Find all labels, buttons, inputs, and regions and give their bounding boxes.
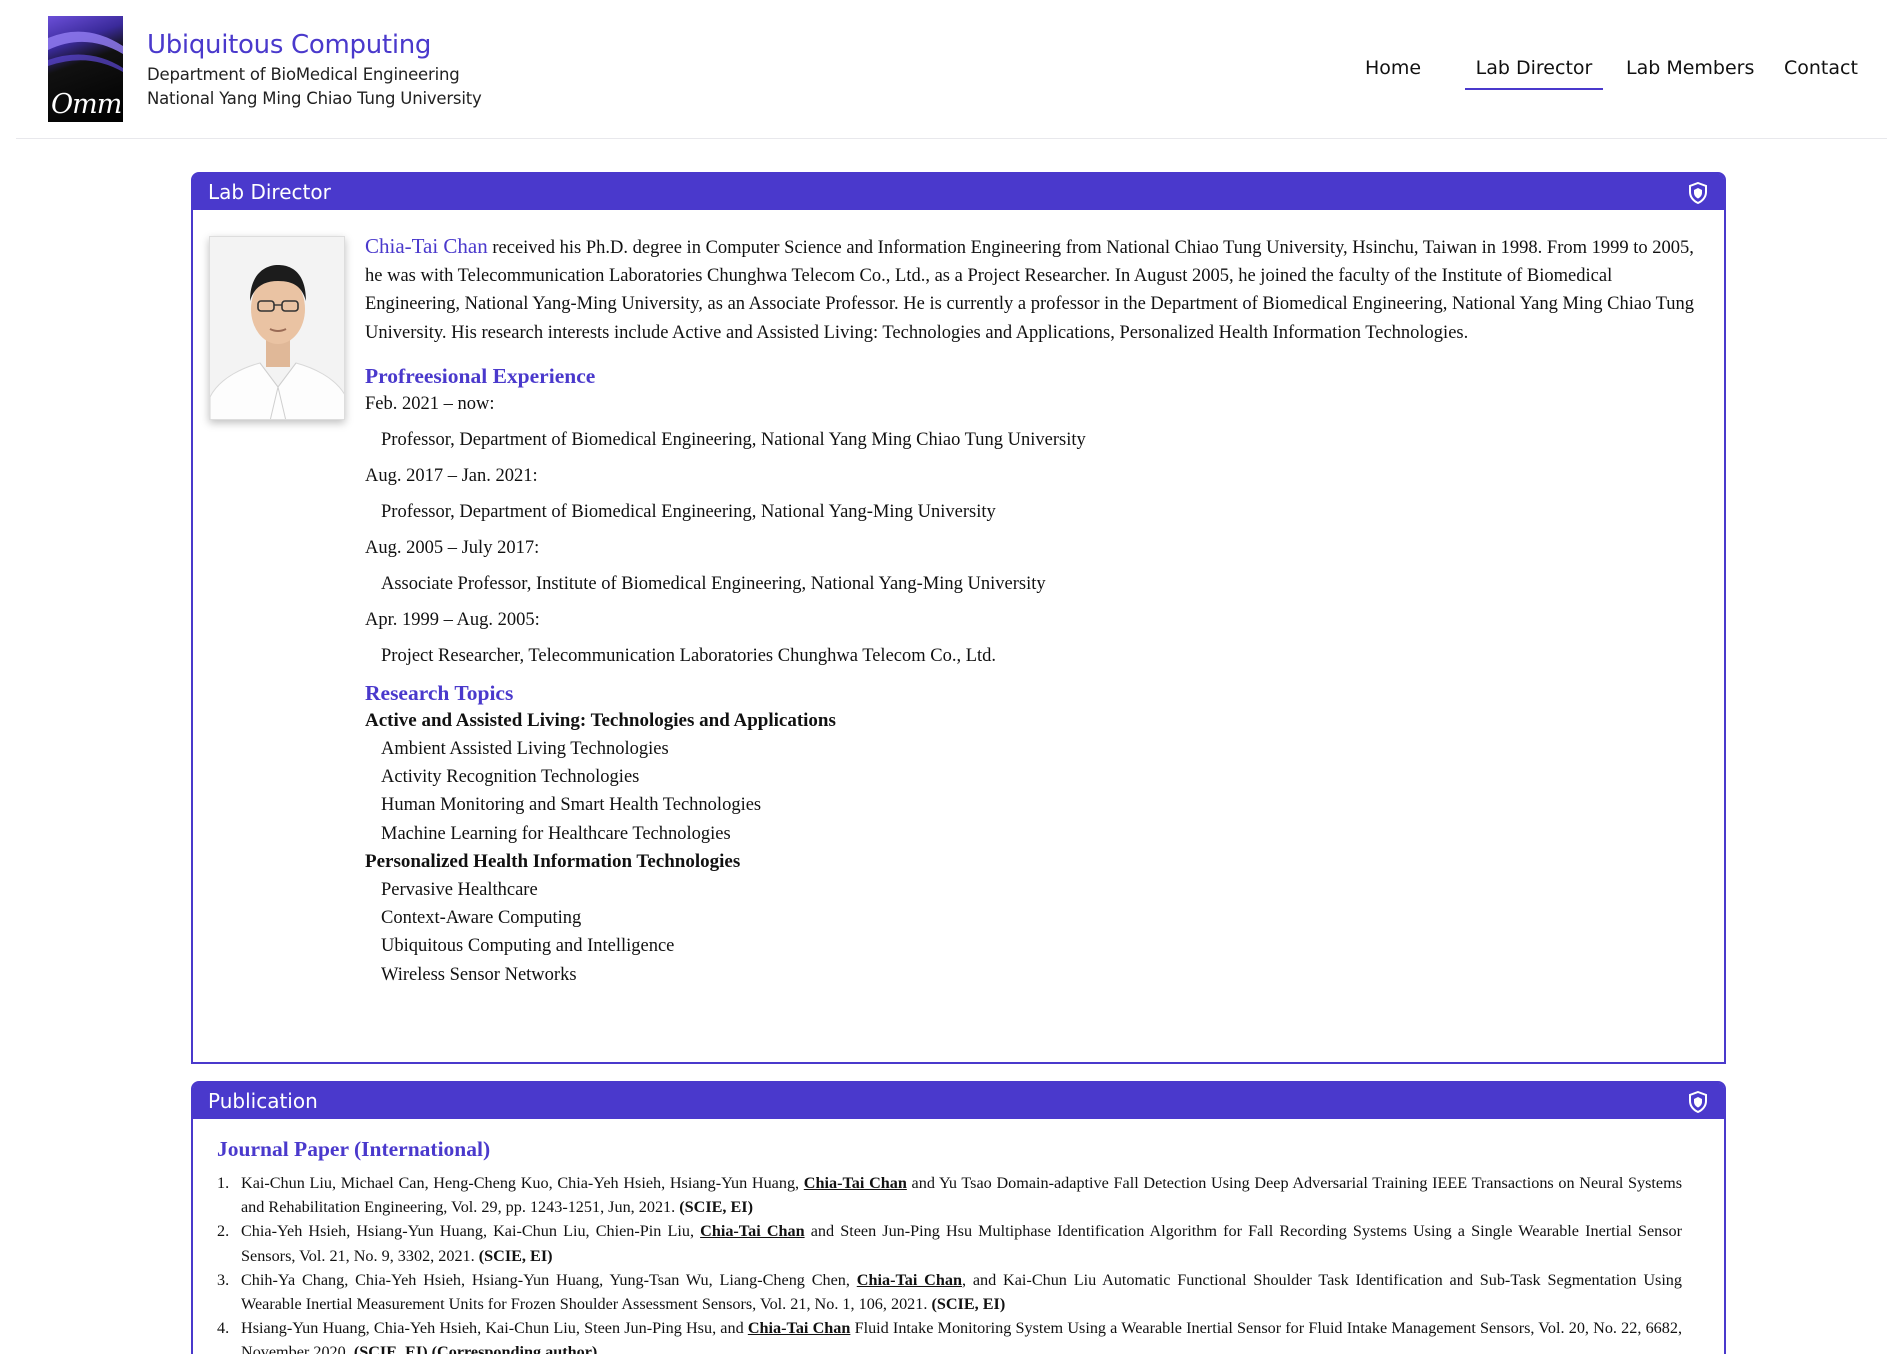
index-tag: (SCIE, EI) (679, 1198, 753, 1217)
topic-item: Context-Aware Computing (381, 908, 582, 929)
paper-number: 4. (217, 1319, 230, 1338)
shield-icon[interactable] (1688, 182, 1708, 204)
nav-contact[interactable]: Contact (1784, 52, 1858, 84)
topic-item: Pervasive Healthcare (381, 880, 538, 901)
logo-text: Omm. (51, 89, 123, 120)
experience-role: Professor, Department of Biomedical Engi… (381, 429, 1086, 450)
index-tag: (SCIE, EI) (478, 1246, 553, 1265)
paper-number: 3. (217, 1270, 230, 1289)
paper-authors: Chia-Yeh Hsieh, Hsiang-Yun Huang, Kai-Ch… (241, 1222, 701, 1241)
site-title[interactable]: Ubiquitous Computing (147, 27, 482, 63)
paper-authors: Hsiang-Yun Huang, Chia-Yeh Hsieh, Kai-Ch… (241, 1319, 748, 1338)
site-subtitle-department: Department of BioMedical Engineering (147, 65, 460, 84)
publication-panel: Publication Journal Paper (International… (191, 1081, 1726, 1354)
research-topics-list: Active and Assisted Living: Technologies… (365, 707, 1705, 989)
site-subtitle-university: National Yang Ming Chiao Tung University (147, 89, 482, 108)
topic-item: Ubiquitous Computing and Intelligence (381, 936, 675, 957)
highlighted-author: Chia-Tai Chan (747, 1319, 851, 1338)
journal-paper-heading: Journal Paper (International) (217, 1137, 491, 1161)
nav-lab-members[interactable]: Lab Members (1626, 52, 1754, 84)
director-bio: Chia-Tai Chan received his Ph.D. degree … (365, 232, 1705, 347)
topic-item: Machine Learning for Healthcare Technolo… (381, 823, 731, 844)
paper-authors: Kai-Chun Liu, Michael Can, Heng-Cheng Ku… (241, 1174, 804, 1192)
highlighted-author: Chia-Tai Chan (856, 1270, 962, 1289)
experience-role: Associate Professor, Institute of Biomed… (381, 573, 1046, 594)
lab-director-panel: Lab Director Chia-Tai Chan received his … (191, 172, 1726, 1064)
experience-list: Feb. 2021 – now: Professor, Department o… (365, 390, 1705, 670)
topic-item: Ambient Assisted Living Technologies (381, 739, 669, 760)
paper-number: 1. (217, 1174, 230, 1192)
director-bio-text: received his Ph.D. degree in Computer Sc… (365, 238, 1695, 343)
site-header: Omm. Ubiquitous Computing Department of … (16, 0, 1887, 139)
experience-date: Apr. 1999 – Aug. 2005: (365, 609, 540, 630)
index-tag: (SCIE, EI) (931, 1295, 1006, 1314)
topic-item: Human Monitoring and Smart Health Techno… (381, 795, 762, 816)
publication-content: Journal Paper (International) 1. Kai-Chun… (217, 1135, 1682, 1354)
panel-header: Lab Director (193, 174, 1724, 210)
director-name: Chia-Tai Chan (365, 234, 488, 258)
nav-lab-director[interactable]: Lab Director (1465, 52, 1603, 90)
paper-authors: Chih-Ya Chang, Chia-Yeh Hsieh, Hsiang-Yu… (241, 1270, 857, 1289)
topic-heading: Active and Assisted Living: Technologies… (365, 709, 836, 731)
experience-role: Professor, Department of Biomedical Engi… (381, 501, 996, 522)
topic-item: Activity Recognition Technologies (381, 767, 640, 788)
research-topics-heading: Research Topics (365, 680, 514, 705)
panel-header: Publication (193, 1083, 1724, 1119)
highlighted-author: Chia-Tai Chan (700, 1222, 805, 1241)
lab-logo[interactable]: Omm. (48, 16, 123, 122)
topic-heading: Personalized Health Information Technolo… (365, 850, 741, 872)
shield-icon[interactable] (1688, 1091, 1708, 1113)
brand-block: Ubiquitous Computing Department of BioMe… (147, 27, 482, 111)
experience-role: Project Researcher, Telecommunication La… (381, 645, 997, 666)
highlighted-author: Chia-Tai Chan (803, 1174, 907, 1192)
journal-paper-list: 1. Kai-Chun Liu, Michael Can, Heng-Cheng … (217, 1171, 1682, 1354)
director-photo (209, 236, 345, 420)
experience-date: Aug. 2005 – July 2017: (365, 537, 540, 558)
nav-home[interactable]: Home (1362, 52, 1424, 84)
topic-item: Wireless Sensor Networks (381, 964, 577, 985)
list-item: 2. Chia-Yeh Hsieh, Hsiang-Yun Huang, Kai-… (217, 1219, 1682, 1267)
experience-heading: Profreesional Experience (365, 363, 596, 388)
paper-number: 2. (217, 1222, 230, 1241)
experience-date: Feb. 2021 – now: (365, 393, 495, 414)
panel-title: Lab Director (208, 180, 331, 204)
index-tag: (SCIE, EI) (Corresponding author) (353, 1343, 598, 1354)
panel-title: Publication (208, 1089, 318, 1113)
director-content: Chia-Tai Chan received his Ph.D. degree … (365, 232, 1705, 989)
list-item: 3. Chih-Ya Chang, Chia-Yeh Hsieh, Hsiang-… (217, 1268, 1682, 1316)
list-item: 1. Kai-Chun Liu, Michael Can, Heng-Cheng … (217, 1171, 1682, 1219)
list-item: 4. Hsiang-Yun Huang, Chia-Yeh Hsieh, Kai-… (217, 1316, 1682, 1354)
experience-date: Aug. 2017 – Jan. 2021: (365, 465, 538, 486)
